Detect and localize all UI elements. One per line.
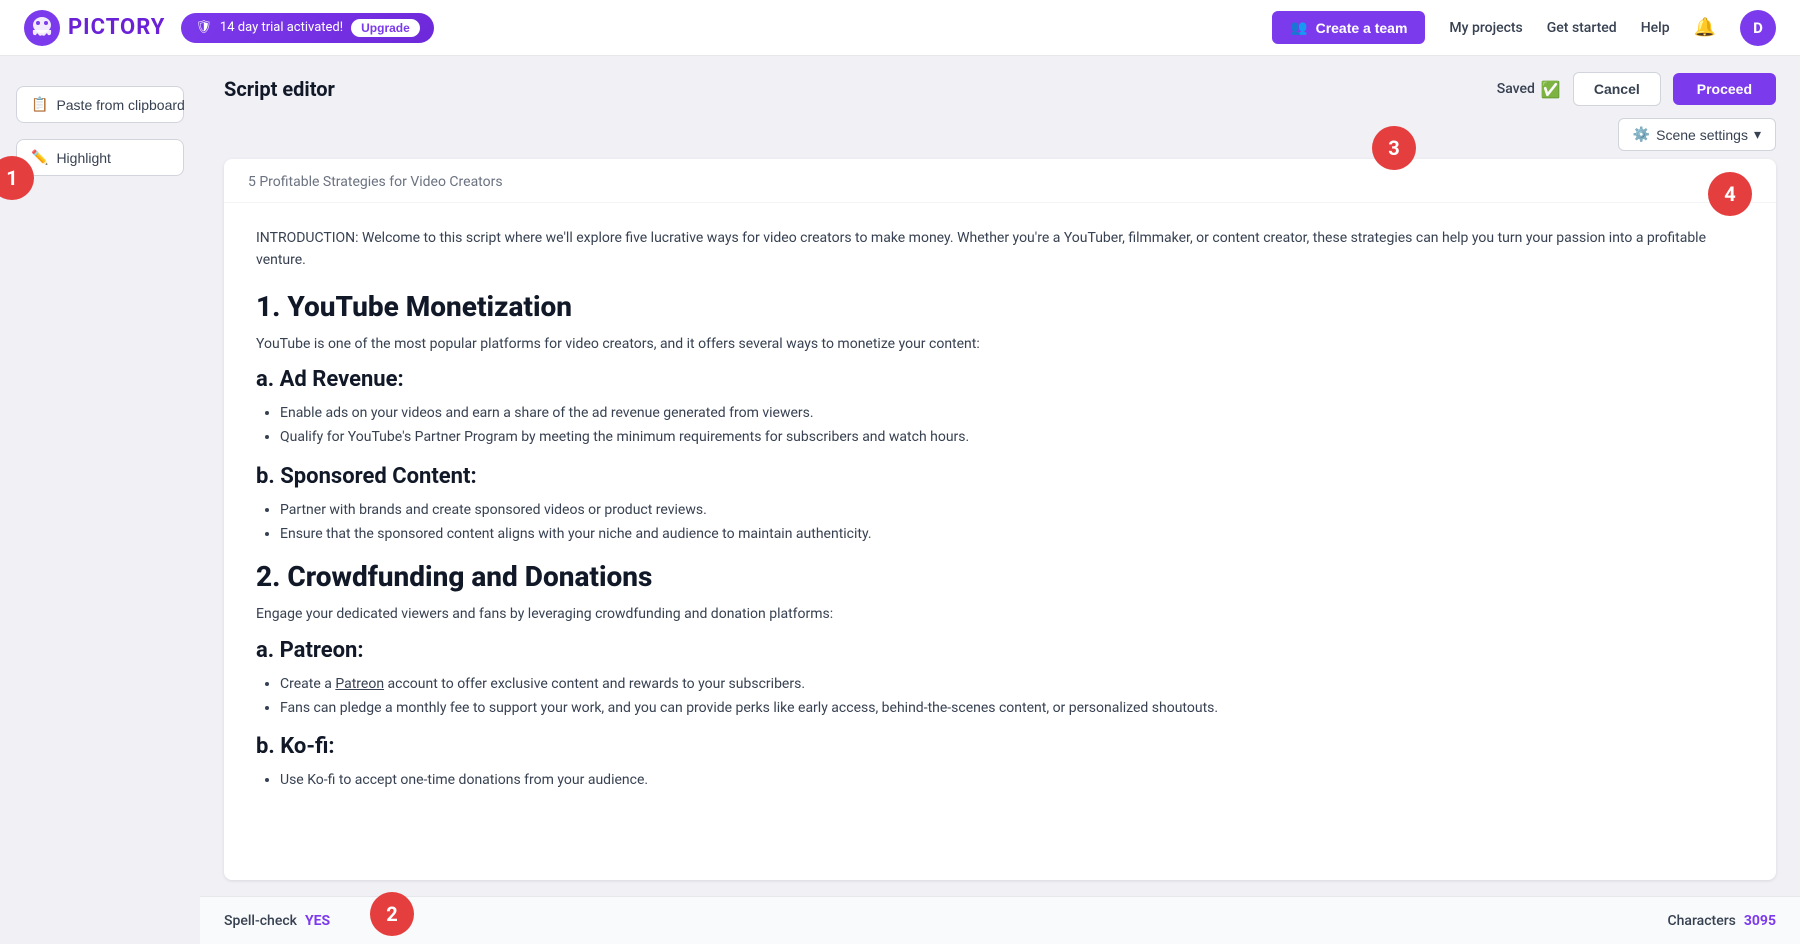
highlight-icon: ✏️ (31, 149, 48, 166)
section1b-heading: b. Sponsored Content: (256, 464, 1744, 489)
editor-header: Script editor Saved ✅ Cancel Proceed (224, 72, 1776, 106)
create-team-label: Create a team (1316, 20, 1408, 36)
highlight-btn-label: Highlight (56, 150, 110, 166)
header-right: 👥 Create a team My projects Get started … (1272, 10, 1776, 46)
intro-paragraph: INTRODUCTION: Welcome to this script whe… (256, 227, 1744, 272)
saved-badge: Saved ✅ (1497, 80, 1561, 99)
script-doc-body[interactable]: INTRODUCTION: Welcome to this script whe… (224, 203, 1776, 880)
annotation-badge-3: 3 (1372, 126, 1416, 170)
annotation-badge-2: 2 (370, 892, 414, 936)
paste-from-clipboard-button[interactable]: 📋 Paste from clipboard (16, 86, 184, 123)
notification-bell-icon[interactable]: 🔔 (1694, 17, 1716, 38)
content-area: Script editor Saved ✅ Cancel Proceed 3 4 (200, 56, 1800, 944)
script-document: 5 Profitable Strategies for Video Creato… (224, 159, 1776, 880)
section1a-heading: a. Ad Revenue: (256, 367, 1744, 392)
list-item: Qualify for YouTube's Partner Program by… (280, 426, 1744, 450)
create-team-button[interactable]: 👥 Create a team (1272, 11, 1425, 44)
section2b-bullets: Use Ko-fi to accept one-time donations f… (280, 769, 1744, 793)
section2b-heading: b. Ko-fi: (256, 734, 1744, 759)
spell-check-value[interactable]: YES (305, 913, 330, 929)
saved-label: Saved (1497, 81, 1535, 97)
chevron-down-icon: ▾ (1754, 126, 1761, 143)
gear-icon: ⚙️ (1633, 126, 1650, 143)
spell-check-area: Spell-check YES (224, 913, 330, 929)
trial-text: 14 day trial activated! (220, 20, 343, 35)
list-item: Partner with brands and create sponsored… (280, 499, 1744, 523)
highlight-button[interactable]: ✏️ Highlight (16, 139, 184, 176)
scene-settings-button[interactable]: ⚙️ Scene settings ▾ (1618, 118, 1776, 151)
section1-heading: 1. YouTube Monetization (256, 290, 1744, 323)
spell-check-label: Spell-check (224, 913, 297, 929)
section1a-bullets: Enable ads on your videos and earn a sha… (280, 402, 1744, 450)
shield-icon: 🛡 (195, 20, 212, 35)
annotation-badge-4: 4 (1708, 172, 1752, 216)
bottom-bar: 2 Spell-check YES Characters 3095 (200, 896, 1800, 944)
main-area: 1 📋 Paste from clipboard ✏️ Highlight Sc… (0, 56, 1800, 944)
list-item: Use Ko-fi to accept one-time donations f… (280, 769, 1744, 793)
logo-text: PICTORY (68, 15, 165, 40)
upgrade-button[interactable]: Upgrade (351, 19, 420, 37)
script-doc-title: 5 Profitable Strategies for Video Creato… (248, 174, 503, 190)
editor-panel: Script editor Saved ✅ Cancel Proceed 3 4 (200, 56, 1800, 896)
characters-area: Characters 3095 (1668, 913, 1776, 929)
list-item: Fans can pledge a monthly fee to support… (280, 697, 1744, 721)
list-item: Create a Patreon account to offer exclus… (280, 673, 1744, 697)
patreon-link: Patreon (335, 676, 384, 692)
editor-actions: Saved ✅ Cancel Proceed (1497, 72, 1776, 106)
list-item: Ensure that the sponsored content aligns… (280, 523, 1744, 547)
editor-title: Script editor (224, 77, 335, 101)
scene-settings-label: Scene settings (1656, 127, 1748, 143)
script-doc-title-bar: 5 Profitable Strategies for Video Creato… (224, 159, 1776, 203)
sidebar: 1 📋 Paste from clipboard ✏️ Highlight (0, 56, 200, 944)
section2-heading: 2. Crowdfunding and Donations (256, 560, 1744, 593)
scene-settings-bar: 3 4 ⚙️ Scene settings ▾ (224, 118, 1776, 151)
section1b-bullets: Partner with brands and create sponsored… (280, 499, 1744, 547)
saved-check-icon: ✅ (1541, 80, 1561, 99)
get-started-link[interactable]: Get started (1547, 20, 1617, 36)
clipboard-icon: 📋 (31, 96, 48, 113)
paste-btn-label: Paste from clipboard (56, 97, 184, 113)
header-left: PICTORY 🛡 14 day trial activated! Upgrad… (24, 10, 434, 46)
proceed-button[interactable]: Proceed (1673, 73, 1776, 105)
section2a-heading: a. Patreon: (256, 638, 1744, 663)
characters-count: 3095 (1744, 913, 1776, 929)
logo: PICTORY (24, 10, 165, 46)
people-icon: 👥 (1290, 19, 1307, 36)
characters-label: Characters (1668, 913, 1736, 929)
cancel-button[interactable]: Cancel (1573, 72, 1661, 106)
section1-paragraph: YouTube is one of the most popular platf… (256, 333, 1744, 355)
avatar[interactable]: D (1740, 10, 1776, 46)
list-item: Enable ads on your videos and earn a sha… (280, 402, 1744, 426)
my-projects-link[interactable]: My projects (1449, 20, 1522, 36)
trial-badge: 🛡 14 day trial activated! Upgrade (181, 13, 433, 43)
section2a-bullets: Create a Patreon account to offer exclus… (280, 673, 1744, 721)
logo-icon (24, 10, 60, 46)
help-link[interactable]: Help (1641, 20, 1670, 36)
header: PICTORY 🛡 14 day trial activated! Upgrad… (0, 0, 1800, 56)
section2-paragraph: Engage your dedicated viewers and fans b… (256, 603, 1744, 625)
